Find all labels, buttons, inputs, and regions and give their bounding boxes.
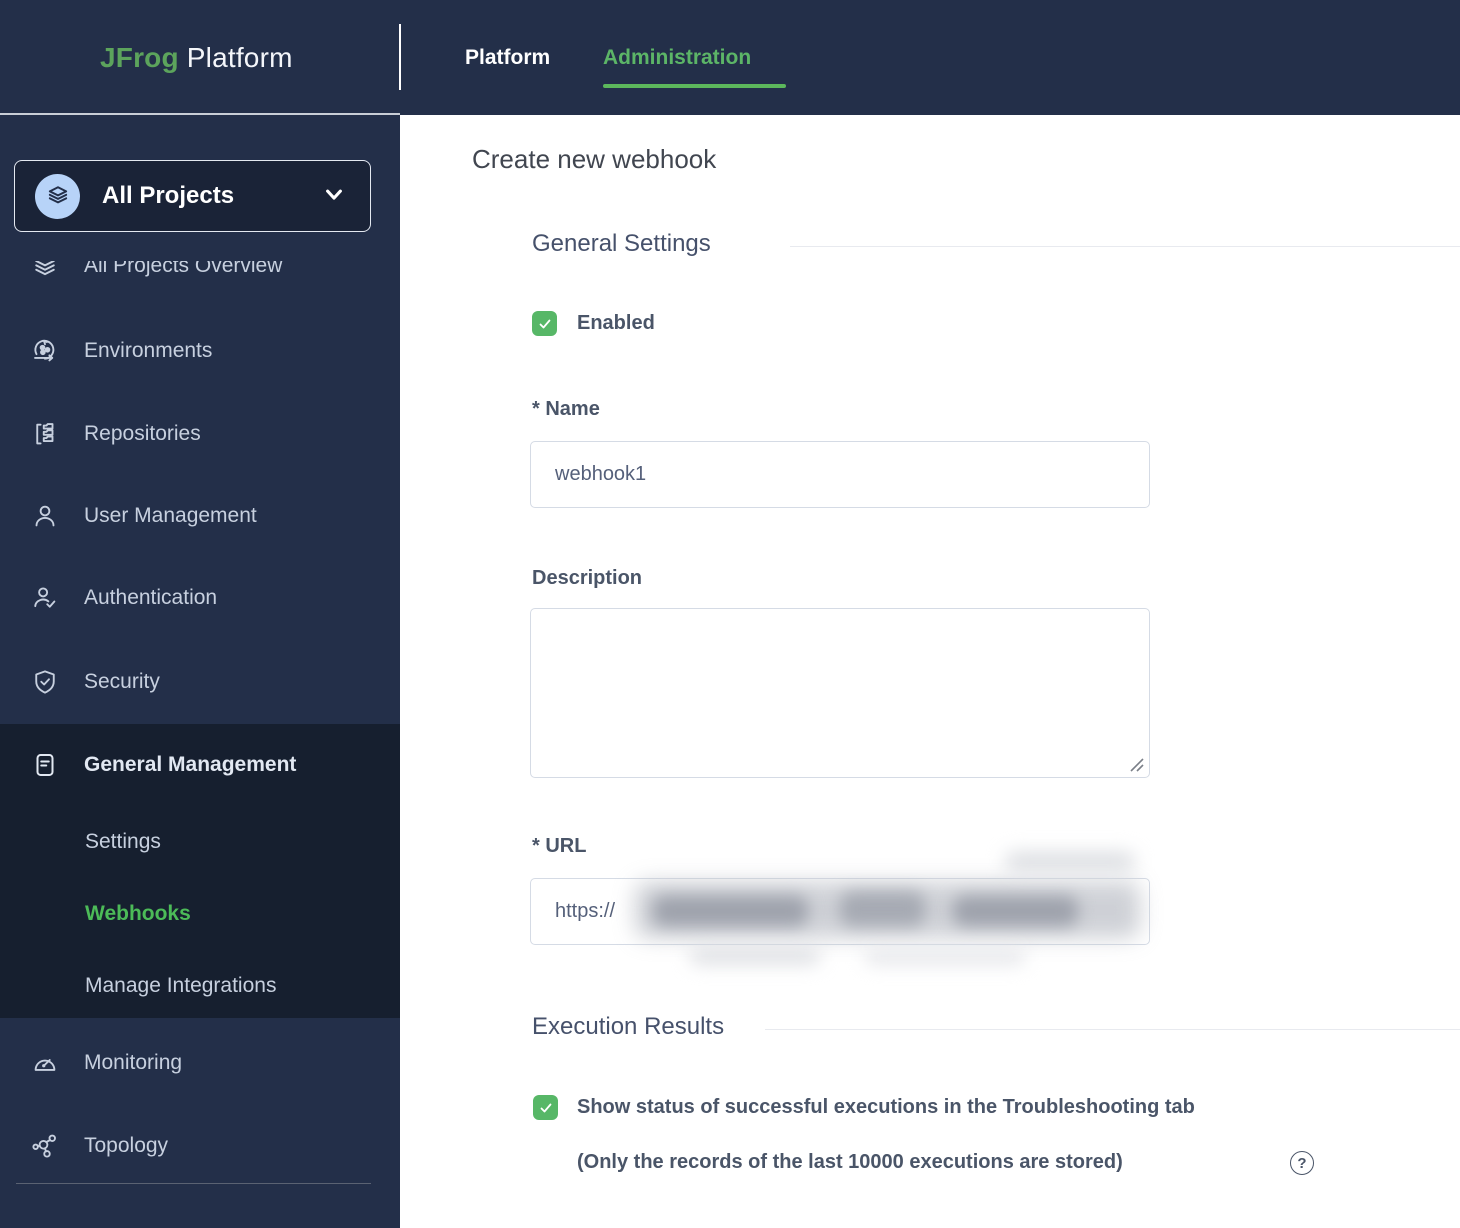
sidebar-item-label: Webhooks <box>85 902 191 926</box>
project-selector-label: All Projects <box>102 182 320 210</box>
execution-results-heading: Execution Results <box>532 1013 724 1041</box>
user-icon <box>30 501 60 531</box>
page-title: Create new webhook <box>472 144 716 175</box>
general-settings-heading: General Settings <box>532 230 711 258</box>
sidebar-item-authentication[interactable]: Authentication <box>0 577 400 619</box>
sidebar-item-label: Authentication <box>84 586 217 610</box>
tab-administration[interactable]: Administration <box>603 0 751 115</box>
sidebar-item-webhooks[interactable]: Webhooks <box>0 893 400 935</box>
admin-sidebar: All Projects All Projects Overview <box>0 115 400 1228</box>
sidebar-item-settings[interactable]: Settings <box>0 821 400 863</box>
name-label: * Name <box>532 398 600 421</box>
records-note: (Only the records of the last 10000 exec… <box>577 1150 1123 1175</box>
chevron-down-icon <box>320 180 348 213</box>
sidebar-item-label: Security <box>84 670 160 694</box>
tab-platform[interactable]: Platform <box>465 0 550 115</box>
sidebar-item-label: Repositories <box>84 422 201 446</box>
header-divider <box>399 24 401 90</box>
active-tab-underline <box>603 84 786 88</box>
gauge-icon <box>30 1048 60 1078</box>
sidebar-item-topology[interactable]: Topology <box>0 1125 400 1167</box>
execution-results-rule <box>765 1029 1460 1030</box>
sidebar-item-label: General Management <box>84 753 296 777</box>
project-selector-dropdown[interactable]: All Projects <box>14 160 371 232</box>
header-sidebar-separator <box>0 113 400 115</box>
checkmark-icon <box>537 316 553 332</box>
description-label: Description <box>532 567 642 590</box>
repositories-icon <box>30 419 60 449</box>
sidebar-item-label: Monitoring <box>84 1051 182 1075</box>
checkmark-icon <box>538 1100 554 1116</box>
sidebar-item-label: Settings <box>85 830 161 854</box>
sidebar-item-label: All Projects Overview <box>84 261 282 278</box>
general-settings-rule <box>790 246 1460 247</box>
sidebar-item-security[interactable]: Security <box>0 661 400 703</box>
shield-check-icon <box>30 667 60 697</box>
sidebar-item-repositories[interactable]: Repositories <box>0 413 400 455</box>
enabled-label: Enabled <box>577 311 655 336</box>
url-field-wrap <box>530 878 1150 945</box>
sidebar-item-monitoring[interactable]: Monitoring <box>0 1042 400 1084</box>
help-icon[interactable]: ? <box>1290 1151 1314 1175</box>
sidebar-item-environments[interactable]: Environments <box>0 330 400 372</box>
jfrog-platform-window: JFrog Platform Platform Administration A… <box>0 0 1460 1228</box>
webhook-form-panel: Create new webhook General Settings Enab… <box>400 115 1460 1228</box>
all-projects-icon <box>35 174 80 219</box>
url-label: * URL <box>532 835 586 858</box>
user-check-icon <box>30 583 60 613</box>
enabled-checkbox[interactable] <box>532 311 557 336</box>
sidebar-item-label: Topology <box>84 1134 168 1158</box>
sidebar-item-label: Manage Integrations <box>85 974 276 998</box>
sidebar-item-manage-integrations[interactable]: Manage Integrations <box>0 965 400 1007</box>
name-input[interactable] <box>530 441 1150 508</box>
sidebar-item-label: User Management <box>84 504 257 528</box>
logo-product-text: Platform <box>187 42 293 74</box>
sidebar-item-general-management[interactable]: General Management <box>0 744 400 786</box>
document-icon <box>30 750 60 780</box>
topology-icon <box>30 1131 60 1161</box>
logo-brand-text: JFrog <box>100 42 179 74</box>
sidebar-item-all-projects-overview-clipped[interactable]: All Projects Overview <box>0 261 400 286</box>
sidebar-item-label: Environments <box>84 339 212 363</box>
description-textarea[interactable] <box>530 608 1150 778</box>
url-input[interactable] <box>530 878 1150 945</box>
jfrog-logo[interactable]: JFrog Platform <box>100 0 293 115</box>
environments-icon <box>30 336 60 366</box>
layers-icon <box>30 261 60 281</box>
sidebar-divider <box>16 1183 371 1184</box>
sidebar-item-user-management[interactable]: User Management <box>0 495 400 537</box>
show-status-label: Show status of successful executions in … <box>577 1095 1195 1120</box>
general-management-section: General Management Settings Webhooks Man… <box>0 724 400 1018</box>
show-status-checkbox[interactable] <box>533 1095 558 1120</box>
top-header: JFrog Platform Platform Administration <box>0 0 1460 115</box>
